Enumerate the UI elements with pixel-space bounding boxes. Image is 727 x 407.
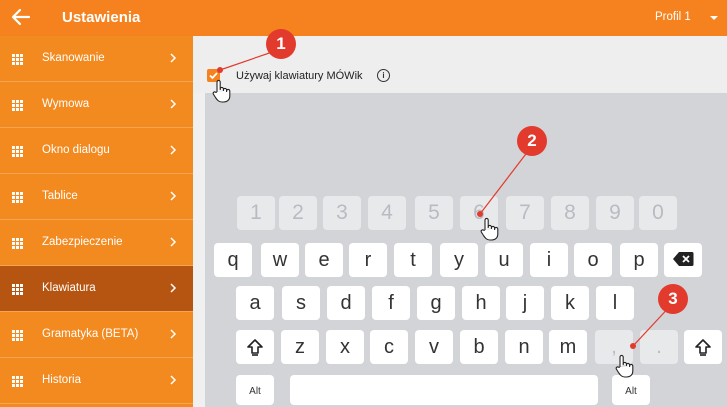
annotation-badge-3: 3 (658, 284, 688, 314)
annotation-badge-2: 2 (517, 126, 547, 156)
app-window: Ustawienia Profil 1 Skanowanie Wymowa Ok… (0, 0, 727, 407)
hand-pointer-icon (480, 217, 499, 241)
annotation-badge-1: 1 (266, 29, 296, 59)
hand-pointer-icon (615, 354, 634, 378)
annotation-lines (217, 48, 674, 349)
hand-pointer-icon (212, 79, 231, 103)
